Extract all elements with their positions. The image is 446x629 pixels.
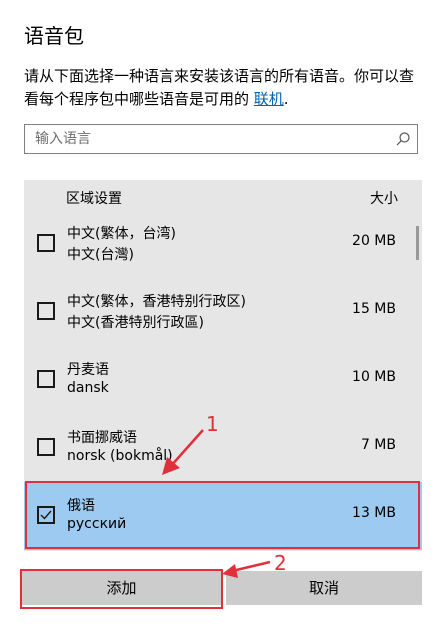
cancel-button[interactable]: 取消 <box>226 571 422 605</box>
checkbox[interactable] <box>37 438 55 456</box>
header-region[interactable]: 区域设置 <box>66 188 122 208</box>
list-item[interactable]: 中文(繁体，香港特别行政区) 中文(香港特別行政區) 15 MB <box>24 278 422 346</box>
checkbox-checked[interactable] <box>37 506 55 524</box>
package-size: 7 MB <box>360 437 396 453</box>
annotation-step-1: 1 <box>206 412 219 436</box>
language-list: 区域设置 大小 中文(繁体，台湾) 中文(台灣) 20 MB 中文(繁体，香港特… <box>24 180 422 551</box>
checkbox[interactable] <box>37 234 55 252</box>
list-item[interactable]: 丹麦语 dansk 10 MB <box>24 346 422 414</box>
annotation-step-2: 2 <box>274 551 287 575</box>
language-name: 中文(繁体，香港特别行政区) <box>67 294 246 310</box>
checkmark-icon <box>40 510 52 520</box>
header-size[interactable]: 大小 <box>370 188 398 208</box>
language-native-name: 中文(台灣) <box>67 247 134 263</box>
description-text: 请从下面选择一种语言来安装该语言的所有语音。你可以查看每个程序包中哪些语音是可用… <box>24 67 415 108</box>
page-description: 请从下面选择一种语言来安装该语言的所有语音。你可以查看每个程序包中哪些语音是可用… <box>24 65 424 111</box>
page-title: 语音包 <box>24 24 84 48</box>
language-name: 中文(繁体，台湾) <box>67 226 176 242</box>
scrollbar-thumb[interactable] <box>416 226 419 260</box>
checkbox[interactable] <box>37 370 55 388</box>
search-box[interactable] <box>24 124 418 154</box>
language-name: 俄语 <box>67 498 95 514</box>
search-input[interactable] <box>25 125 395 153</box>
list-item-selected[interactable]: 俄语 русский 13 MB <box>24 482 422 550</box>
search-icon[interactable] <box>395 131 411 147</box>
language-native-name: русский <box>67 516 127 532</box>
package-size: 15 MB <box>352 301 396 317</box>
language-name: 书面挪威语 <box>67 430 137 446</box>
list-item[interactable]: 中文(繁体，台湾) 中文(台灣) 20 MB <box>24 210 422 278</box>
package-size: 20 MB <box>352 233 396 249</box>
description-tail: . <box>283 90 289 108</box>
language-name: 丹麦语 <box>67 362 109 378</box>
add-button[interactable]: 添加 <box>22 571 221 605</box>
language-native-name: norsk (bokmål) <box>67 448 173 464</box>
list-item[interactable]: 书面挪威语 norsk (bokmål) 7 MB <box>24 414 422 482</box>
package-size: 10 MB <box>352 369 396 385</box>
package-size: 13 MB <box>352 505 396 521</box>
language-native-name: dansk <box>67 380 109 396</box>
language-native-name: 中文(香港特別行政區) <box>67 315 204 331</box>
checkbox[interactable] <box>37 302 55 320</box>
list-header: 区域设置 大小 <box>24 180 422 212</box>
online-link[interactable]: 联机 <box>254 90 284 108</box>
